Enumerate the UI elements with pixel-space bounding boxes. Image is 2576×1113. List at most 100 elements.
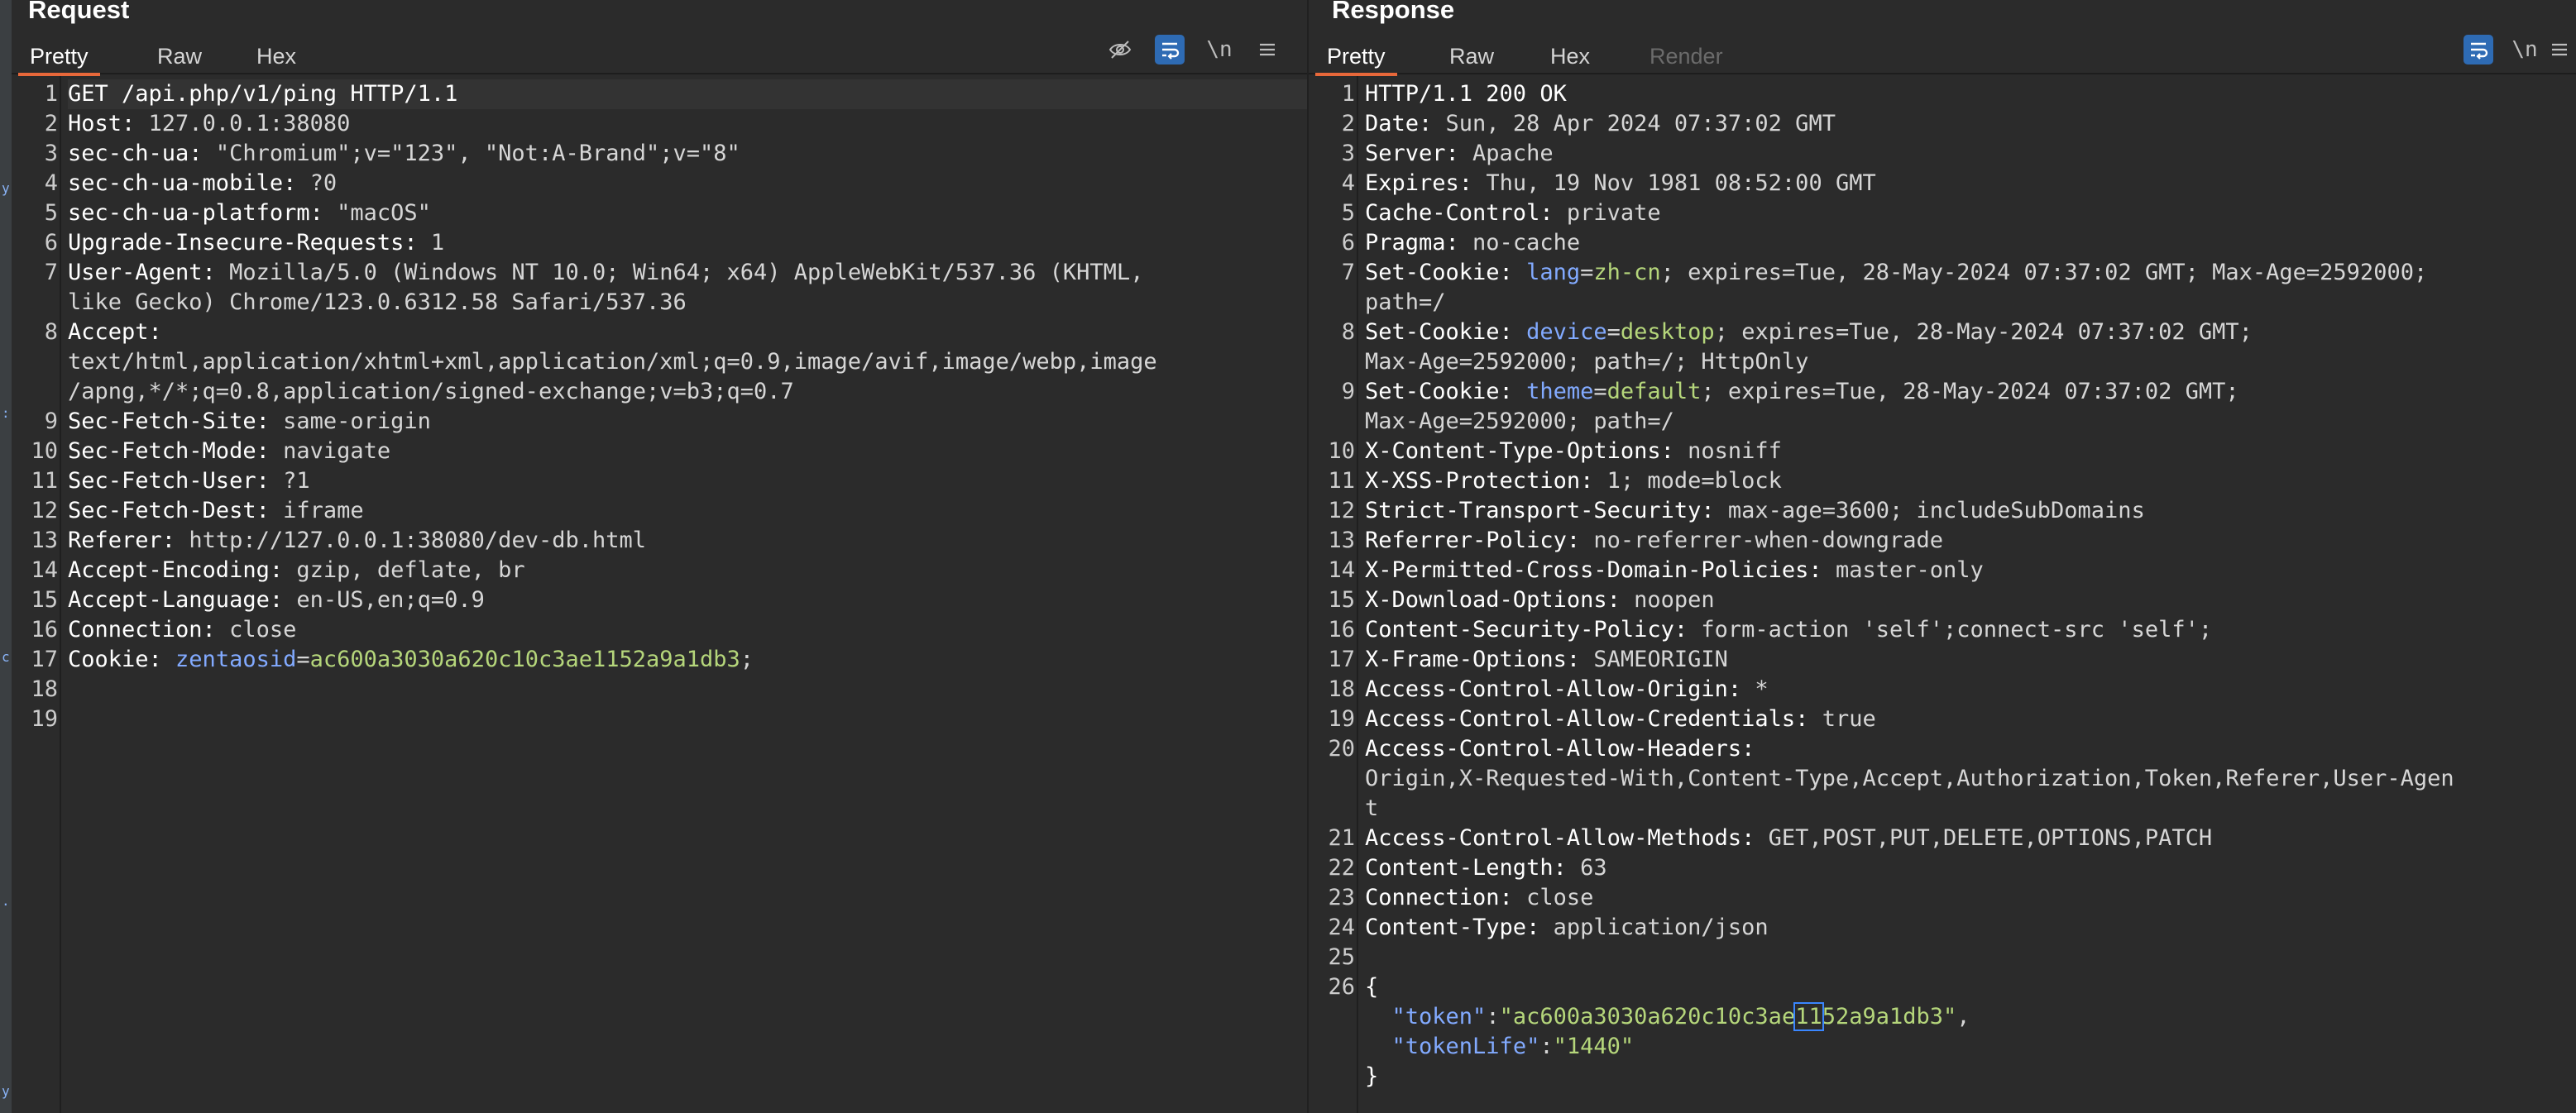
code-line[interactable]: Pragma: no-cache	[1365, 228, 2576, 258]
code-line[interactable]: Origin,X-Requested-With,Content-Type,Acc…	[1365, 764, 2576, 794]
tab-hex[interactable]: Hex	[1539, 38, 1602, 74]
code-line[interactable]: GET /api.php/v1/ping HTTP/1.1	[68, 79, 1307, 109]
code-line[interactable]: Accept-Language: en-US,en;q=0.9	[68, 585, 1307, 615]
code-token: Max-Age=2592000; path=/; HttpOnly	[1365, 349, 1809, 375]
response-editor[interactable]: 1 2 3 4 5 6 7 8 9 10 11 12 13 14 15 16 17 18 19 20 21 22 23 24 2…	[1309, 76, 2576, 1113]
code-line[interactable]: like Gecko) Chrome/123.0.6312.58 Safari/…	[68, 288, 1307, 318]
tab-raw[interactable]: Raw	[1438, 38, 1506, 74]
menu-icon[interactable]	[2550, 35, 2574, 64]
code-token: =	[1606, 319, 1621, 345]
code-line[interactable]: Set-Cookie: device=desktop; expires=Tue,…	[1365, 318, 2576, 347]
code-line[interactable]	[68, 675, 1307, 705]
code-token: ac600a3030a620c10c3ae1152a9a1db3	[309, 647, 740, 672]
code-line[interactable]: }	[1365, 1062, 2576, 1092]
tab-pretty[interactable]: Pretty	[1315, 38, 1397, 76]
code-line[interactable]: "tokenLife":"1440"	[1365, 1032, 2576, 1062]
newline-toggle-button[interactable]: \n	[1204, 35, 1234, 64]
request-editor[interactable]: 1 2 3 4 5 6 7 8 9 10 11 12 13 14 15 16 17 18 19 GET /api.p…	[12, 76, 1307, 1113]
code-line[interactable]: Max-Age=2592000; path=/	[1365, 407, 2576, 437]
code-line[interactable]: Referer: http://127.0.0.1:38080/dev-db.h…	[68, 526, 1307, 556]
code-token: HTTP/1.1 200 OK	[1365, 81, 1567, 107]
code-line[interactable]: Accept:	[68, 318, 1307, 347]
code-line[interactable]: Set-Cookie: lang=zh-cn; expires=Tue, 28-…	[1365, 258, 2576, 288]
code-token: Mozilla/5.0 (Windows NT 10.0; Win64; x64…	[229, 260, 1144, 285]
code-line[interactable]: X-Content-Type-Options: nosniff	[1365, 437, 2576, 466]
code-line[interactable]: sec-ch-ua-mobile: ?0	[68, 169, 1307, 198]
code-line[interactable]: Accept-Encoding: gzip, deflate, br	[68, 556, 1307, 585]
code-token: Thu, 19 Nov 1981 08:52:00 GMT	[1486, 170, 1876, 196]
code-line[interactable]: path=/	[1365, 288, 2576, 318]
code-line[interactable]	[1365, 943, 2576, 972]
code-line[interactable]: Sec-Fetch-Site: same-origin	[68, 407, 1307, 437]
code-line[interactable]: X-Frame-Options: SAMEORIGIN	[1365, 645, 2576, 675]
code-line[interactable]: Upgrade-Insecure-Requests: 1	[68, 228, 1307, 258]
line-number: 17	[1328, 647, 1355, 672]
code-line[interactable]: Access-Control-Allow-Origin: *	[1365, 675, 2576, 705]
line-number: 2	[44, 111, 58, 136]
code-line[interactable]: /apng,*/*;q=0.8,application/signed-excha…	[68, 377, 1307, 407]
code-line[interactable]: User-Agent: Mozilla/5.0 (Windows NT 10.0…	[68, 258, 1307, 288]
code-line[interactable]: Sec-Fetch-Dest: iframe	[68, 496, 1307, 526]
code-line[interactable]: Content-Length: 63	[1365, 853, 2576, 883]
code-token: Apache	[1472, 141, 1554, 166]
code-line[interactable]: Cache-Control: private	[1365, 198, 2576, 228]
code-token: Content-Type:	[1365, 915, 1554, 940]
code-line[interactable]: Sec-Fetch-Mode: navigate	[68, 437, 1307, 466]
code-token: like Gecko) Chrome/123.0.6312.58 Safari/…	[68, 289, 687, 315]
code-line[interactable]: Cookie: zentaosid=ac600a3030a620c10c3ae1…	[68, 645, 1307, 675]
code-line[interactable]: text/html,application/xhtml+xml,applicat…	[68, 347, 1307, 377]
request-code[interactable]: GET /api.php/v1/ping HTTP/1.1 Host: 127.0…	[68, 76, 1307, 1113]
code-token: X-XSS-Protection:	[1365, 468, 1607, 494]
tab-hex[interactable]: Hex	[245, 38, 308, 74]
code-line[interactable]: Date: Sun, 28 Apr 2024 07:37:02 GMT	[1365, 109, 2576, 139]
edge-marker: y	[2, 180, 10, 196]
code-line[interactable]: "token":"ac600a3030a620c10c3ae1152a9a1db…	[1365, 1002, 2576, 1032]
code-line[interactable]: Set-Cookie: theme=default; expires=Tue, …	[1365, 377, 2576, 407]
code-line[interactable]: Access-Control-Allow-Credentials: true	[1365, 705, 2576, 734]
code-line[interactable]: t	[1365, 794, 2576, 824]
code-token: 1	[430, 230, 445, 256]
code-line[interactable]: Strict-Transport-Security: max-age=3600;…	[1365, 496, 2576, 526]
code-token: GET /api.php/v1/ping HTTP/1.1	[68, 81, 458, 107]
code-token: 63	[1580, 855, 1607, 881]
code-line[interactable]: Referrer-Policy: no-referrer-when-downgr…	[1365, 526, 2576, 556]
wrap-lines-button[interactable]	[1155, 35, 1185, 64]
code-token: theme	[1526, 379, 1594, 404]
tab-pretty[interactable]: Pretty	[18, 38, 100, 76]
code-line[interactable]: {	[1365, 972, 2576, 1002]
wrap-icon	[2471, 42, 2488, 60]
code-line[interactable]: X-Download-Options: noopen	[1365, 585, 2576, 615]
code-line[interactable]: X-XSS-Protection: 1; mode=block	[1365, 466, 2576, 496]
response-code[interactable]: HTTP/1.1 200 OK Date: Sun, 28 Apr 2024 07…	[1365, 76, 2576, 1113]
hide-eye-icon[interactable]	[1105, 35, 1135, 64]
code-line[interactable]: Max-Age=2592000; path=/; HttpOnly	[1365, 347, 2576, 377]
code-token: Pragma:	[1365, 230, 1473, 256]
tab-raw[interactable]: Raw	[146, 38, 213, 74]
code-line[interactable]: Connection: close	[68, 615, 1307, 645]
code-line[interactable]: Sec-Fetch-User: ?1	[68, 466, 1307, 496]
code-token: sec-ch-ua-mobile:	[68, 170, 310, 196]
code-line[interactable]: Expires: Thu, 19 Nov 1981 08:52:00 GMT	[1365, 169, 2576, 198]
menu-icon[interactable]	[1252, 35, 1282, 64]
wrap-lines-button[interactable]	[2463, 35, 2493, 64]
line-number: 6	[1341, 230, 1355, 256]
code-line[interactable]: X-Permitted-Cross-Domain-Policies: maste…	[1365, 556, 2576, 585]
code-token: default	[1606, 379, 1702, 404]
code-line[interactable]: Content-Security-Policy: form-action 'se…	[1365, 615, 2576, 645]
newline-toggle-button[interactable]: \n	[2510, 35, 2540, 64]
code-token: Accept:	[68, 319, 162, 345]
left-edge-strip: y : c . y	[0, 0, 12, 1113]
code-line[interactable]: Access-Control-Allow-Methods: GET,POST,P…	[1365, 824, 2576, 853]
code-token: http://127.0.0.1:38080/dev-db.html	[189, 528, 646, 553]
code-line[interactable]: Content-Type: application/json	[1365, 913, 2576, 943]
hamburger-icon	[1260, 43, 1275, 56]
code-line[interactable]: sec-ch-ua: "Chromium";v="123", "Not:A-Br…	[68, 139, 1307, 169]
code-line[interactable]: Connection: close	[1365, 883, 2576, 913]
code-line[interactable]	[68, 705, 1307, 734]
code-line[interactable]: Host: 127.0.0.1:38080	[68, 109, 1307, 139]
code-line[interactable]: sec-ch-ua-platform: "macOS"	[68, 198, 1307, 228]
code-line[interactable]: Access-Control-Allow-Headers:	[1365, 734, 2576, 764]
tab-render[interactable]: Render	[1638, 38, 1735, 74]
code-line[interactable]: HTTP/1.1 200 OK	[1365, 79, 2576, 109]
code-line[interactable]: Server: Apache	[1365, 139, 2576, 169]
